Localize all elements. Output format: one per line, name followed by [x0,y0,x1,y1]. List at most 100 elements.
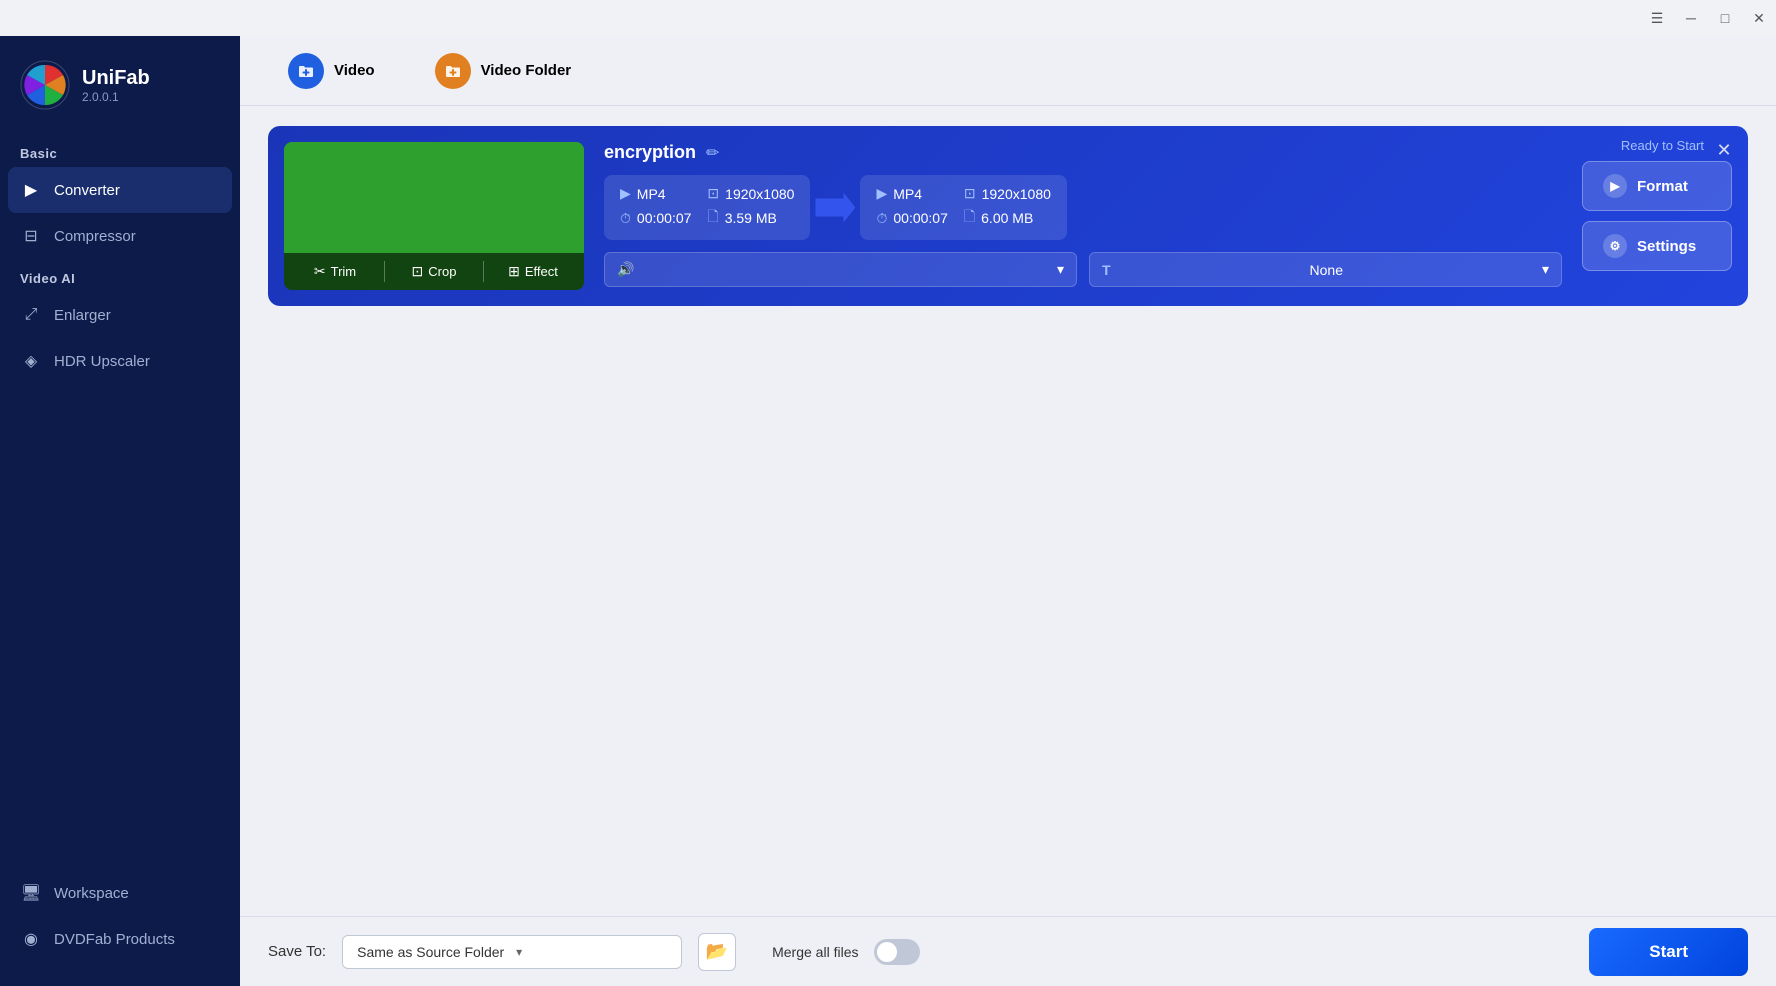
sidebar: UniFab 2.0.0.1 Basic ▶ Converter ⊟ Compr… [0,36,240,986]
workspace-icon: 🖥 [20,882,42,904]
workspace-label: Workspace [54,885,129,902]
video-title: encryption [604,142,696,163]
source-format: MP4 [637,186,666,202]
target-info: ▶ MP4 ⊡ 1920x1080 ⏱ 00:00:07 [860,175,1066,240]
thumbnail-actions: ✂ Trim ⊡ Crop ⊞ Effect [284,253,584,290]
section-videoai-label: Video AI [0,259,240,292]
target-file-icon: 🗋 [964,206,975,230]
sidebar-item-workspace[interactable]: 🖥 Workspace [0,870,240,916]
video-card: ✂ Trim ⊡ Crop ⊞ Effect [268,126,1748,306]
main-content: Video Video Folder [240,36,1776,986]
audio-dropdown-arrow: ▾ [1057,261,1064,278]
save-path-dropdown-arrow: ▾ [516,945,667,959]
target-play-icon: ▶ [876,185,887,202]
close-button[interactable]: ✕ [1750,9,1768,27]
format-icon: ▶ [1603,174,1627,198]
source-resolution-cell: ⊡ 1920x1080 [707,185,794,202]
target-resolution: 1920x1080 [982,186,1051,202]
trim-icon: ✂ [314,263,326,280]
subtitle-dropdown-arrow: ▾ [1542,261,1549,278]
source-resolution: 1920x1080 [725,186,794,202]
dvdfab-label: DVDFab Products [54,931,175,948]
save-to-label: Save To: [268,943,326,960]
hdr-upscaler-label: HDR Upscaler [54,353,150,370]
source-dimension-icon: ⊡ [707,185,719,202]
format-btn-label: Format [1637,178,1688,195]
maximize-button[interactable]: □ [1716,9,1734,27]
start-button[interactable]: Start [1589,928,1748,976]
logo-area: UniFab 2.0.0.1 [0,36,240,134]
action-buttons: ▶ Format ⚙ Settings [1582,142,1732,290]
target-format-cell: ▶ MP4 [876,185,947,202]
effect-icon: ⊞ [508,263,520,280]
target-duration-cell: ⏱ 00:00:07 [876,210,947,227]
effect-button[interactable]: ⊞ Effect [486,259,580,284]
settings-button[interactable]: ⚙ Settings [1582,221,1732,271]
hdr-upscaler-icon: ◈ [20,350,42,372]
converter-icon: ▶ [20,179,42,201]
app-logo [20,60,70,110]
thumbnail-preview [284,142,584,253]
source-format-cell: ▶ MP4 [620,185,691,202]
toolbar: Video Video Folder [240,36,1776,106]
browse-folder-button[interactable]: 📂 [698,933,736,971]
app-name: UniFab [82,67,150,90]
compressor-label: Compressor [54,228,136,245]
format-button[interactable]: ▶ Format [1582,161,1732,211]
video-info: encryption ✏ ▶ MP4 ⊡ 1920x1080 [604,142,1562,290]
app-container: UniFab 2.0.0.1 Basic ▶ Converter ⊟ Compr… [0,36,1776,986]
target-size-cell: 🗋 6.00 MB [964,206,1051,230]
ready-label: Ready to Start [1621,138,1704,153]
converter-label: Converter [54,182,120,199]
sidebar-item-compressor[interactable]: ⊟ Compressor [0,213,240,259]
audio-select[interactable]: 🔊 ▾ [604,252,1077,287]
source-clock-icon: ⏱ [620,210,631,227]
target-resolution-cell: ⊡ 1920x1080 [964,185,1051,202]
controls-row: 🔊 ▾ T None ▾ [604,252,1562,287]
sidebar-item-converter[interactable]: ▶ Converter [8,167,232,213]
subtitle-select[interactable]: T None ▾ [1089,252,1562,287]
add-video-button[interactable]: Video [268,43,395,99]
add-folder-button[interactable]: Video Folder [415,43,592,99]
bottom-bar: Save To: Same as Source Folder ▾ 📂 Merge… [240,916,1776,986]
enlarger-icon: ⤢ [20,304,42,326]
enlarger-label: Enlarger [54,307,111,324]
trim-button[interactable]: ✂ Trim [288,259,382,284]
dvdfab-icon: ◉ [20,928,42,950]
audio-icon: 🔊 [617,261,634,278]
source-play-icon: ▶ [620,185,631,202]
video-title-row: encryption ✏ [604,142,1562,163]
minimize-button[interactable]: ─ [1682,9,1700,27]
merge-label: Merge all files [772,944,858,960]
app-version: 2.0.0.1 [82,90,150,104]
crop-icon: ⊡ [412,263,424,280]
card-close-button[interactable]: ✕ [1712,138,1736,162]
subtitle-icon: T [1102,262,1111,278]
video-thumbnail: ✂ Trim ⊡ Crop ⊞ Effect [284,142,584,290]
conversion-row: ▶ MP4 ⊡ 1920x1080 ⏱ 00:00:07 [604,175,1562,240]
crop-label: Crop [428,264,456,279]
crop-button[interactable]: ⊡ Crop [387,259,481,284]
target-dimension-icon: ⊡ [964,185,976,202]
target-duration: 00:00:07 [893,210,948,226]
merge-toggle[interactable] [874,939,920,965]
subtitle-value: None [1310,262,1343,278]
sidebar-item-enlarger[interactable]: ⤢ Enlarger [0,292,240,338]
edit-title-icon[interactable]: ✏ [706,143,719,163]
divider-1 [384,261,385,282]
conversion-arrow [815,193,855,223]
source-size: 3.59 MB [725,210,777,226]
target-format: MP4 [893,186,922,202]
arrow-separator [810,193,860,223]
toggle-knob [877,942,897,962]
save-path-select[interactable]: Same as Source Folder ▾ [342,935,682,969]
sidebar-item-hdr-upscaler[interactable]: ◈ HDR Upscaler [0,338,240,384]
source-duration: 00:00:07 [637,210,692,226]
title-bar: ☰ ─ □ ✕ [0,0,1776,36]
effect-label: Effect [525,264,558,279]
sidebar-bottom: 🖥 Workspace ◉ DVDFab Products [0,870,240,986]
settings-icon: ⚙ [1603,234,1627,258]
compressor-icon: ⊟ [20,225,42,247]
menu-icon[interactable]: ☰ [1648,9,1666,27]
sidebar-item-dvdfab[interactable]: ◉ DVDFab Products [0,916,240,962]
